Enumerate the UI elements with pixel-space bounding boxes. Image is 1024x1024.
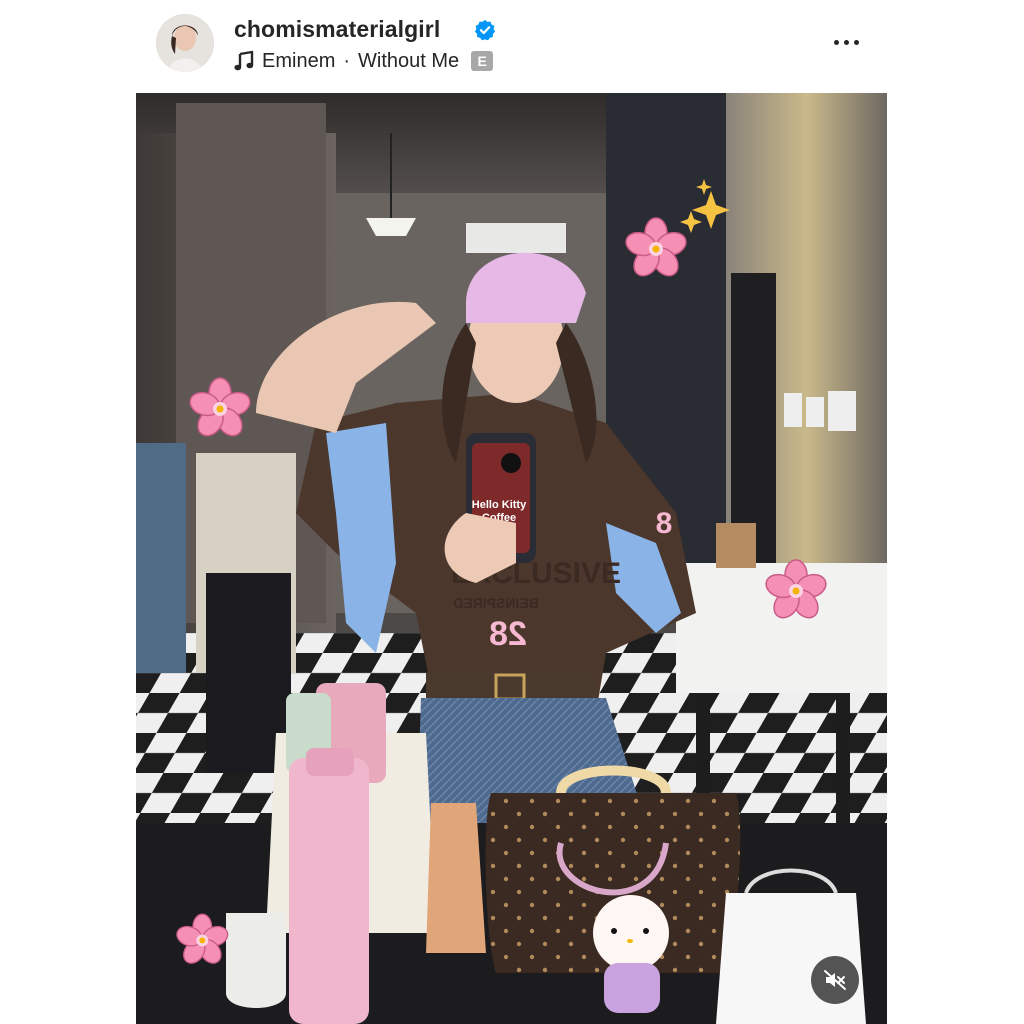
mute-button[interactable] [811, 956, 859, 1004]
music-artist: Eminem [262, 49, 336, 72]
avatar[interactable] [156, 14, 214, 72]
music-attribution[interactable]: Eminem · Without Me E [234, 48, 494, 74]
photo-illustration: EXCLUSIVE BEINSPIRED 28 8 Hello Kitty Co… [136, 93, 887, 1024]
more-options-icon [833, 39, 839, 45]
jersey-number: 28 [489, 615, 527, 653]
post-header: chomismaterialgirl Eminem · Without Me E [150, 8, 880, 82]
jersey-subtext: BEINSPIRED [453, 595, 539, 611]
music-note-icon [234, 50, 254, 71]
explicit-badge: E [471, 51, 494, 71]
username[interactable]: chomismaterialgirl [234, 16, 440, 43]
music-separator: · [343, 49, 351, 72]
phone-case-text: Hello Kitty [472, 499, 527, 511]
verified-badge-icon [474, 19, 496, 41]
more-options-button[interactable] [826, 30, 866, 54]
muted-speaker-icon [824, 970, 846, 990]
instagram-post: chomismaterialgirl Eminem · Without Me E [0, 0, 1024, 1024]
music-track: Without Me [358, 49, 460, 72]
post-photo[interactable]: EXCLUSIVE BEINSPIRED 28 8 Hello Kitty Co… [136, 93, 887, 1024]
avatar-image [156, 14, 214, 72]
sleeve-number: 8 [656, 507, 673, 540]
more-options-dot [843, 39, 849, 45]
more-options-dot [853, 39, 859, 45]
